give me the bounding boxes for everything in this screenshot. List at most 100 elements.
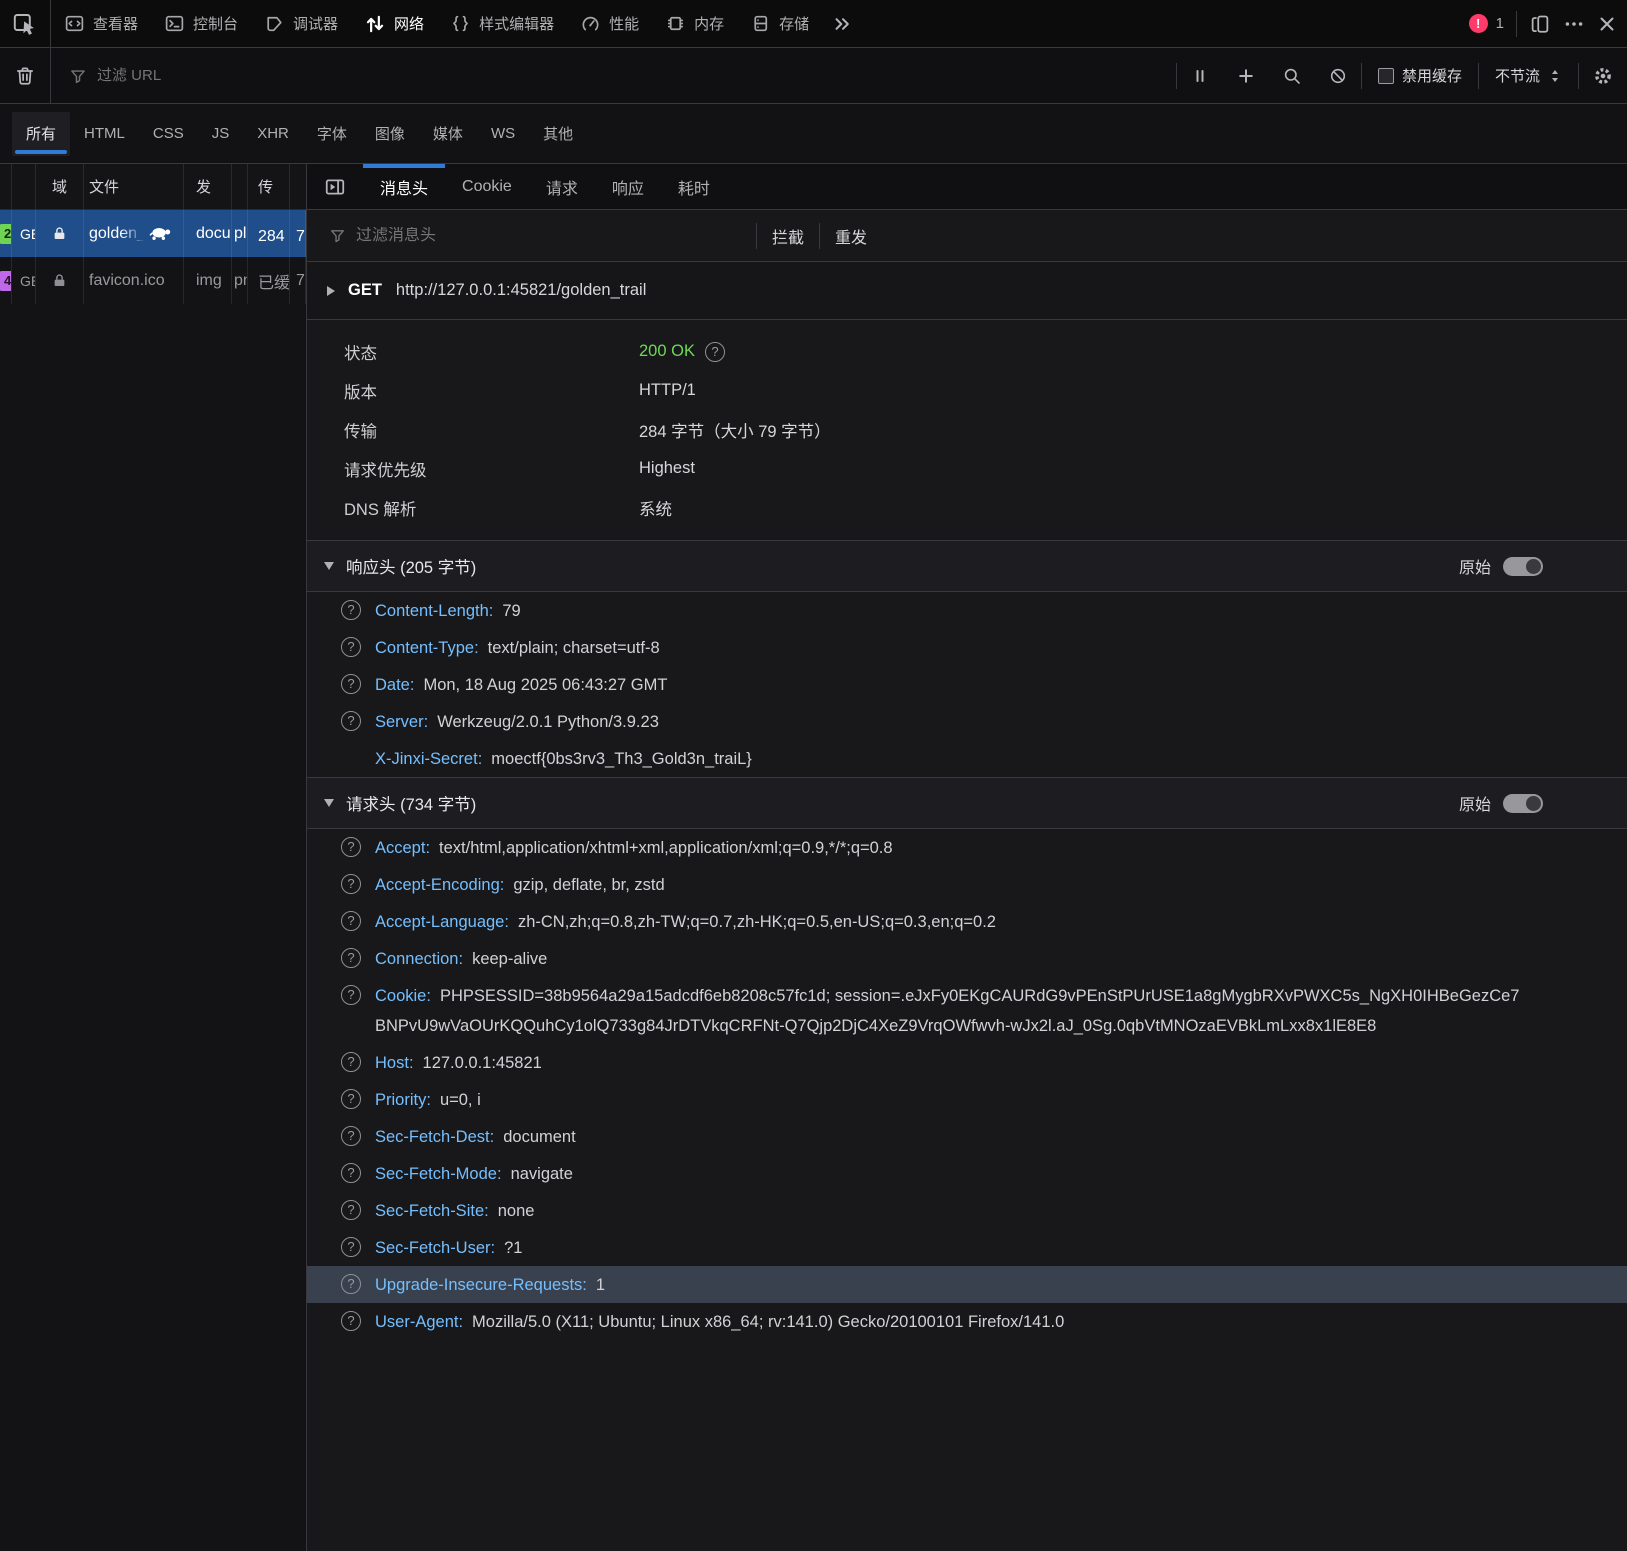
tab-memory[interactable]: 内存 — [652, 0, 737, 47]
column-transferred[interactable]: 传 — [248, 164, 290, 209]
header-row[interactable]: ? Sec-Fetch-Modenavigate — [307, 1155, 1627, 1192]
error-count-icon[interactable]: ! — [1469, 14, 1488, 33]
request-list-header[interactable]: 域 文件 发 传 — [0, 164, 306, 210]
help-icon[interactable]: ? — [341, 637, 361, 657]
tab-inspector[interactable]: 查看器 — [51, 0, 151, 47]
header-row[interactable]: ? Sec-Fetch-User?1 — [307, 1229, 1627, 1266]
header-row[interactable]: ? Connectionkeep-alive — [307, 940, 1627, 977]
help-icon[interactable]: ? — [341, 1163, 361, 1183]
header-row[interactable]: ? Accepttext/html,application/xhtml+xml,… — [307, 829, 1627, 866]
column-type[interactable] — [232, 164, 248, 209]
help-icon[interactable]: ? — [341, 1200, 361, 1220]
filter-tab-html[interactable]: HTML — [70, 112, 139, 156]
tab-network[interactable]: 网络 — [351, 0, 437, 47]
request-row-favicon[interactable]: 404 GET favicon.ico img png 已缓存 7 — [0, 257, 306, 304]
details-tab-request[interactable]: 请求 — [529, 164, 595, 209]
type-cell: plain — [234, 225, 248, 243]
header-row[interactable]: ? Priorityu=0, i — [307, 1081, 1627, 1118]
details-tab-response[interactable]: 响应 — [595, 164, 661, 209]
tab-storage[interactable]: 存储 — [737, 0, 822, 47]
raw-label: 原始 — [1459, 554, 1491, 578]
request-row-golden-trail[interactable]: 200 GET golden_trail document plain 284 … — [0, 210, 306, 257]
column-status[interactable] — [0, 164, 12, 209]
menu-icon[interactable] — [1563, 13, 1585, 35]
throttling-dropdown[interactable]: 不节流 — [1479, 65, 1578, 86]
close-icon[interactable] — [1597, 14, 1617, 34]
gear-icon[interactable] — [1579, 48, 1627, 103]
more-tools-button[interactable] — [822, 14, 862, 34]
responsive-design-mode-icon[interactable] — [1529, 13, 1551, 35]
help-icon[interactable]: ? — [341, 1274, 361, 1294]
help-icon[interactable]: ? — [341, 1311, 361, 1331]
details-tab-cookie[interactable]: Cookie — [445, 164, 529, 209]
filter-headers-input[interactable] — [356, 227, 756, 245]
header-row-highlighted[interactable]: ? Upgrade-Insecure-Requests1 — [307, 1266, 1627, 1303]
resend-button[interactable]: 重发 — [820, 224, 882, 248]
filter-tab-all[interactable]: 所有 — [12, 112, 70, 156]
response-headers-section-header[interactable]: 响应头 (205 字节) 原始 — [307, 540, 1627, 592]
pick-element-button[interactable] — [0, 0, 50, 47]
column-size[interactable] — [290, 164, 306, 209]
filter-tab-js[interactable]: JS — [198, 112, 244, 156]
column-domain[interactable]: 域 — [36, 164, 84, 209]
block-button[interactable]: 拦截 — [757, 224, 819, 248]
header-row[interactable]: ? Content-Typetext/plain; charset=utf-8 — [307, 629, 1627, 666]
details-tab-timings[interactable]: 耗时 — [661, 164, 727, 209]
tab-console[interactable]: 控制台 — [151, 0, 251, 47]
filter-tab-other[interactable]: 其他 — [529, 112, 587, 156]
column-method[interactable] — [12, 164, 36, 209]
filter-tab-media[interactable]: 媒体 — [419, 112, 477, 156]
help-icon[interactable]: ? — [341, 911, 361, 931]
help-icon[interactable]: ? — [341, 985, 361, 1005]
raw-toggle[interactable] — [1503, 557, 1543, 576]
help-icon[interactable]: ? — [341, 1126, 361, 1146]
help-icon[interactable]: ? — [341, 674, 361, 694]
help-icon[interactable]: ? — [341, 711, 361, 731]
filter-tab-ws[interactable]: WS — [477, 112, 529, 156]
column-file[interactable]: 文件 — [84, 164, 184, 209]
clear-requests-button[interactable] — [0, 48, 50, 103]
header-row[interactable]: ? Host127.0.0.1:45821 — [307, 1044, 1627, 1081]
raw-toggle[interactable] — [1503, 794, 1543, 813]
header-row[interactable]: ? DateMon, 18 Aug 2025 06:43:27 GMT — [307, 666, 1627, 703]
header-row[interactable]: ? X-Jinxi-Secretmoectf{0bs3rv3_Th3_Gold3… — [307, 740, 1627, 777]
details-tab-headers[interactable]: 消息头 — [363, 164, 445, 209]
header-row[interactable]: ? Content-Length79 — [307, 592, 1627, 629]
filter-tab-label: 其他 — [543, 123, 573, 144]
header-row[interactable]: ? ServerWerkzeug/2.0.1 Python/3.9.23 — [307, 703, 1627, 740]
help-icon[interactable]: ? — [341, 1089, 361, 1109]
tab-performance[interactable]: 性能 — [567, 0, 652, 47]
help-icon[interactable]: ? — [341, 948, 361, 968]
help-icon[interactable]: ? — [341, 600, 361, 620]
help-icon[interactable]: ? — [341, 837, 361, 857]
header-row-cookie[interactable]: ? CookiePHPSESSID=38b9564a29a15adcdf6eb8… — [307, 977, 1627, 1044]
filter-tab-css[interactable]: CSS — [139, 112, 198, 156]
pause-recording-icon[interactable] — [1177, 48, 1223, 103]
filter-tab-xhr[interactable]: XHR — [243, 112, 303, 156]
header-row[interactable]: ? Accept-Encodinggzip, deflate, br, zstd — [307, 866, 1627, 903]
header-row[interactable]: ? Sec-Fetch-Sitenone — [307, 1192, 1627, 1229]
column-initiator[interactable]: 发 — [184, 164, 232, 209]
header-value: 79 — [502, 602, 520, 620]
error-count[interactable]: 1 — [1496, 15, 1504, 32]
search-icon[interactable] — [1269, 48, 1315, 103]
help-icon[interactable]: ? — [705, 342, 725, 362]
filter-tab-fonts[interactable]: 字体 — [303, 112, 361, 156]
request-headers-section-header[interactable]: 请求头 (734 字节) 原始 — [307, 777, 1627, 829]
help-icon[interactable]: ? — [341, 874, 361, 894]
block-request-icon[interactable] — [1315, 48, 1361, 103]
header-row[interactable]: ? Sec-Fetch-Destdocument — [307, 1118, 1627, 1155]
help-icon[interactable]: ? — [341, 1052, 361, 1072]
request-url-row[interactable]: GET http://127.0.0.1:45821/golden_trail — [307, 262, 1627, 320]
tab-debugger[interactable]: 调试器 — [251, 0, 351, 47]
header-row[interactable]: ? Accept-Languagezh-CN,zh;q=0.8,zh-TW;q=… — [307, 903, 1627, 940]
filter-url-input[interactable] — [97, 67, 517, 84]
header-name: Accept-Language — [375, 913, 509, 931]
tab-style-editor[interactable]: 样式编辑器 — [437, 0, 567, 47]
help-icon[interactable]: ? — [341, 1237, 361, 1257]
header-row[interactable]: ? User-AgentMozilla/5.0 (X11; Ubuntu; Li… — [307, 1303, 1627, 1340]
new-request-icon[interactable] — [1223, 48, 1269, 103]
disable-cache-checkbox[interactable]: 禁用缓存 — [1362, 65, 1478, 86]
filter-tab-images[interactable]: 图像 — [361, 112, 419, 156]
split-pane-toggle-button[interactable] — [307, 164, 363, 209]
